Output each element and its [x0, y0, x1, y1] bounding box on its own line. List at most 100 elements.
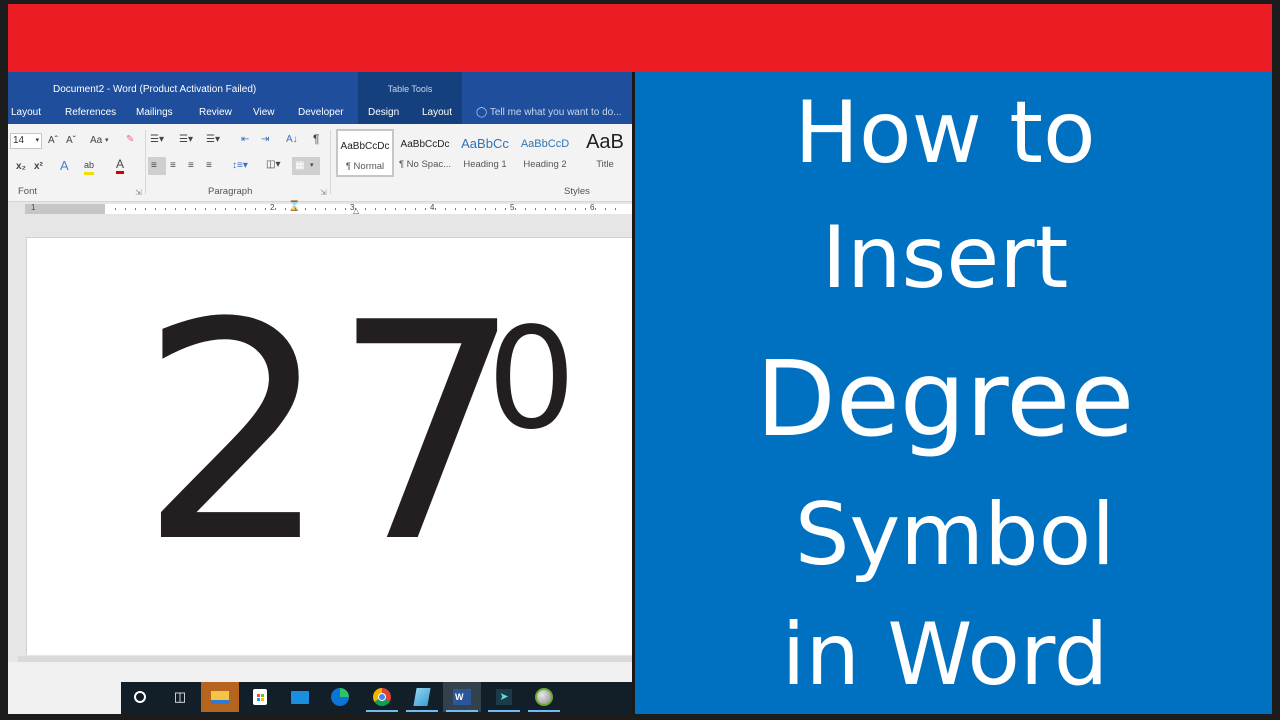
taskbar-icons: ◫ W ➤ [121, 682, 632, 714]
tell-me-search[interactable]: ◯ Tell me what you want to do... [476, 107, 622, 118]
decrease-indent-icon[interactable]: ⇤ [241, 133, 249, 147]
ruler-tick [395, 208, 396, 210]
lightbulb-icon: ◯ [476, 107, 488, 118]
show-marks-button[interactable]: ¶ [313, 132, 319, 146]
font-color-button[interactable]: A [116, 157, 125, 174]
font-size-input[interactable]: 14 ▾ [10, 133, 42, 149]
grow-font-button[interactable]: Aˆ [48, 134, 58, 148]
circle-icon [134, 691, 146, 703]
title-bar: Document2 - Word (Product Activation Fai… [8, 72, 632, 124]
microsoft-store-button[interactable] [241, 682, 279, 712]
ruler-tick [605, 208, 606, 210]
align-left-icon[interactable]: ≡ [151, 159, 157, 173]
edge-button[interactable] [321, 682, 359, 712]
ruler-tick [585, 208, 586, 210]
change-case-button[interactable]: Aa [90, 134, 102, 148]
tab-view[interactable]: View [253, 107, 275, 118]
headline-line-3: Degree [755, 338, 1135, 460]
indent-marker-icon[interactable]: ⌛ [288, 201, 300, 212]
tab-developer[interactable]: Developer [298, 107, 344, 118]
notepad-icon [413, 688, 431, 706]
ruler-tick [135, 208, 136, 210]
ruler-tick [385, 208, 386, 210]
notepad-button[interactable] [403, 682, 441, 712]
font-group-label: Font [18, 186, 38, 197]
tab-layout[interactable]: Layout [11, 107, 41, 118]
style-normal[interactable]: AaBbCcDc ¶ Normal [336, 129, 394, 177]
tab-stop-icon[interactable]: △ [353, 206, 359, 215]
ruler-tick [305, 208, 306, 210]
increase-indent-icon[interactable]: ⇥ [261, 133, 269, 147]
running-indicator [488, 710, 520, 712]
ruler-tick [115, 208, 116, 210]
divider [145, 130, 146, 194]
document-page[interactable]: 27 0 [26, 237, 632, 655]
ruler-tick [615, 208, 616, 210]
tab-table-layout[interactable]: Layout [422, 107, 452, 118]
greenshot-button[interactable] [525, 682, 563, 712]
text-effects-button[interactable]: A [60, 159, 69, 173]
style-no-spacing[interactable]: AaBbCcDc ¶ No Spac... [396, 129, 454, 177]
subscript-button[interactable]: x₂ [16, 160, 26, 174]
font-dialog-launcher-icon[interactable]: ⇲ [135, 188, 142, 197]
windows-taskbar: ◫ W ➤ [8, 682, 632, 714]
ruler-tick [295, 208, 296, 210]
shading-icon[interactable]: ◫▾ [266, 158, 280, 172]
envelope-icon [291, 690, 309, 704]
style-title[interactable]: AaB Title [576, 129, 632, 177]
headline-line-1: How to [794, 83, 1096, 183]
ruler-tick [315, 208, 316, 210]
ruler-tick [125, 208, 126, 210]
ruler-tick [195, 208, 196, 210]
style-name: Heading 2 [523, 159, 567, 170]
ruler-tick [505, 208, 506, 210]
bullets-icon[interactable]: ☰▾ [150, 133, 164, 147]
cortana-search-button[interactable] [121, 682, 159, 712]
style-sample: AaB [586, 131, 624, 153]
style-heading-1[interactable]: AaBbCc Heading 1 [456, 129, 514, 177]
ruler-tick [535, 208, 536, 210]
ruler-number: 5 [510, 203, 515, 212]
ruler-tick [405, 208, 406, 210]
headline-line-4: Symbol [794, 485, 1116, 585]
mail-button[interactable] [281, 682, 319, 712]
word-button[interactable]: W [443, 682, 481, 712]
paragraph-group-label: Paragraph [208, 186, 253, 197]
sort-button[interactable]: A↓ [286, 133, 298, 147]
ruler-tick [565, 208, 566, 210]
word-window: Document2 - Word (Product Activation Fai… [8, 72, 632, 714]
ruler-tick [165, 208, 166, 210]
shrink-font-button[interactable]: Aˇ [66, 134, 76, 148]
ruler-tick [515, 208, 516, 210]
justify-icon[interactable]: ≡ [206, 159, 212, 173]
ruler-tick [475, 208, 476, 210]
word-icon: W [453, 689, 471, 705]
tab-review[interactable]: Review [199, 107, 232, 118]
multilevel-list-icon[interactable]: ☰▾ [206, 133, 220, 147]
filmora-button[interactable]: ➤ [485, 682, 523, 712]
red-banner [8, 4, 1272, 72]
superscript-button[interactable]: x² [34, 160, 43, 174]
line-spacing-icon[interactable]: ↕≡▾ [232, 159, 248, 173]
clear-formatting-icon[interactable]: ✎ [126, 133, 134, 147]
chrome-button[interactable] [363, 682, 401, 712]
style-heading-2[interactable]: AaBbCcD Heading 2 [516, 129, 574, 177]
tab-table-design[interactable]: Design [368, 107, 399, 118]
numbering-icon[interactable]: ☰▾ [179, 133, 193, 147]
ruler-tick [285, 208, 286, 210]
tab-references[interactable]: References [65, 107, 116, 118]
style-name: ¶ No Spac... [398, 159, 452, 170]
highlight-button[interactable]: ab [84, 158, 95, 175]
divider [330, 130, 331, 194]
borders-icon[interactable]: ▦ [295, 159, 304, 173]
horizontal-ruler[interactable]: 1 2 3 4 5 6 ⌛ △ [25, 201, 632, 215]
chevron-down-icon: ▾ [105, 137, 109, 144]
file-explorer-button[interactable] [201, 682, 239, 712]
ruler-tick [275, 208, 276, 210]
paragraph-dialog-launcher-icon[interactable]: ⇲ [320, 188, 327, 197]
align-center-icon[interactable]: ≡ [170, 159, 176, 173]
style-sample: AaBbCcDc [340, 141, 390, 152]
task-view-button[interactable]: ◫ [161, 682, 199, 712]
tab-mailings[interactable]: Mailings [136, 107, 173, 118]
align-right-icon[interactable]: ≡ [188, 159, 194, 173]
